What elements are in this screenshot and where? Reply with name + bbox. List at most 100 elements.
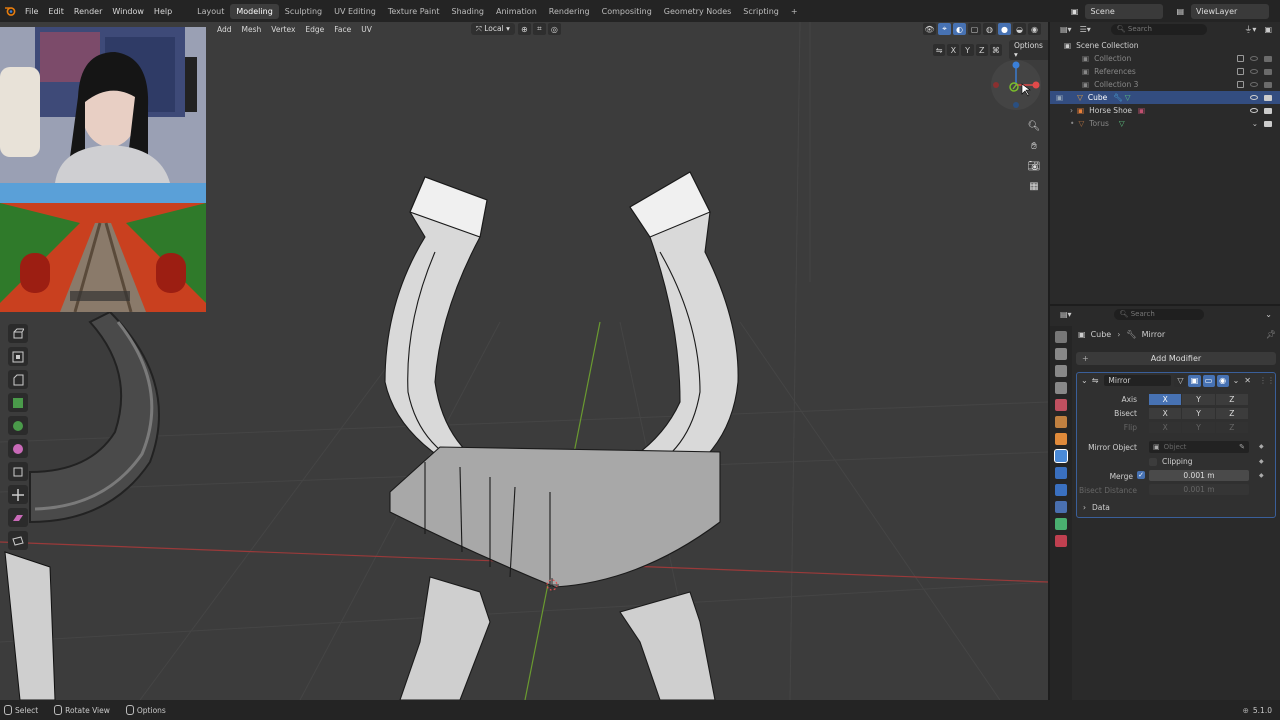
viewport-toggle-icon[interactable]: ▭ [1202,374,1215,387]
mirror-z-toggle[interactable]: Z [975,44,988,56]
render-camera-icon[interactable] [1264,107,1272,114]
tool-tab-icon[interactable] [1055,331,1067,343]
exclude-checkbox[interactable] [1237,81,1244,88]
eye-icon[interactable] [1250,56,1258,61]
merge-checkbox[interactable]: ✓ [1137,471,1145,479]
tool-inset-icon[interactable] [8,347,28,366]
tool-move-icon[interactable] [8,485,28,504]
render-tab-icon[interactable] [1055,348,1067,360]
render-camera-icon[interactable] [1264,68,1272,75]
xray-icon[interactable]: ▢ [968,23,981,35]
pivot-icon[interactable]: ⊕ [517,23,531,35]
viewport-menu-mesh[interactable]: Mesh [237,25,267,34]
hand-icon[interactable]: ✋︎ [1025,139,1043,153]
outliner-item[interactable]: ▣ Collection 3 [1050,78,1280,91]
viewport-options-button[interactable]: Options ▾ [1009,40,1048,60]
render-camera-icon[interactable] [1264,55,1272,62]
outliner-item-selected[interactable]: ▣ ▽ Cube 🔧︎ ▽ [1050,91,1280,104]
hidden-chevron-icon[interactable]: ⌄ [1252,119,1258,128]
tab-scripting[interactable]: Scripting [737,4,785,19]
transform-orientation-dropdown[interactable]: ⤧ Local ▾ [470,23,515,35]
proportional-edit-icon[interactable]: ◎ [547,23,561,35]
chevron-down-icon[interactable]: ⌄ [1081,376,1088,385]
editor-type-icon[interactable]: ▤▾ [1060,25,1072,34]
visibility-icon[interactable]: 👁 [923,23,936,35]
tool-shear-icon[interactable] [8,508,28,527]
constraints-tab-icon[interactable] [1055,501,1067,513]
viewport-menu-uv[interactable]: UV [356,25,377,34]
camera-icon[interactable]: 📷︎ [1025,159,1043,173]
edit-mode-icon[interactable]: ▣ [1056,93,1063,102]
expand-arrow-icon[interactable]: • [1070,119,1074,128]
zoom-icon[interactable]: 🔍︎ [1025,119,1043,133]
output-tab-icon[interactable] [1055,365,1067,377]
blender-logo-icon[interactable] [0,0,20,22]
tab-layout[interactable]: Layout [191,4,230,19]
menu-edit[interactable]: Edit [43,7,69,16]
flip-y-toggle[interactable]: Y [1182,422,1215,433]
expand-arrow-icon[interactable]: › [1070,106,1073,115]
bisect-y-toggle[interactable]: Y [1182,408,1215,419]
viewport-menu-add[interactable]: Add [212,25,237,34]
render-toggle-icon[interactable]: ◉ [1216,374,1229,387]
bisect-distance-field[interactable]: 0.001 m [1149,484,1249,495]
data-tab-icon[interactable] [1055,518,1067,530]
gizmo-toggle-icon[interactable]: ⌖ [938,23,951,35]
render-camera-icon[interactable] [1264,81,1272,88]
view-layer-icon[interactable]: ▤ [1176,7,1184,16]
render-camera-icon[interactable] [1264,94,1272,101]
tool-loop-cut-icon[interactable] [8,393,28,412]
eyedropper-icon[interactable]: ✎ [1239,443,1245,451]
world-tab-icon[interactable] [1055,416,1067,428]
outliner-item[interactable]: • ▽ Torus ▽ ⌄ [1050,117,1280,130]
render-camera-icon[interactable] [1264,120,1272,127]
axis-x-toggle[interactable]: X [1149,394,1182,405]
tool-spin-icon[interactable] [8,462,28,481]
viewport-menu-vertex[interactable]: Vertex [266,25,300,34]
tab-animation[interactable]: Animation [490,4,543,19]
flip-z-toggle[interactable]: Z [1215,422,1248,433]
tool-extrude-icon[interactable] [8,324,28,343]
editor-type-icon[interactable]: ▤▾ [1060,310,1072,319]
tab-geometry-nodes[interactable]: Geometry Nodes [658,4,737,19]
keyframe-dot-icon[interactable]: ◆ [1259,458,1264,465]
shading-rendered-icon[interactable]: ◉ [1028,23,1041,35]
axis-z-toggle[interactable]: Z [1215,394,1248,405]
overlay-toggle-icon[interactable]: ◐ [953,23,966,35]
mirror-icon[interactable]: ⇋ [933,44,946,56]
menu-file[interactable]: File [20,7,43,16]
add-modifier-button[interactable]: + Add Modifier [1076,352,1276,365]
scene-tab-icon[interactable] [1055,399,1067,411]
menu-window[interactable]: Window [107,7,149,16]
data-subpanel-header[interactable]: › Data [1083,503,1110,512]
exclude-checkbox[interactable] [1237,68,1244,75]
eye-icon[interactable] [1250,69,1258,74]
filter-icon[interactable]: ⏚▾ [1244,24,1256,35]
bisect-z-toggle[interactable]: Z [1215,408,1248,419]
modifier-name-field[interactable]: Mirror [1104,375,1172,386]
physics-tab-icon[interactable] [1055,484,1067,496]
eye-icon[interactable] [1250,95,1258,100]
snap-icon[interactable]: ⌗ [532,23,546,35]
keyframe-dot-icon[interactable]: ◆ [1259,443,1264,450]
shading-material-icon[interactable]: ◒ [1013,23,1026,35]
outliner-item[interactable]: ▣ Collection [1050,52,1280,65]
tab-sculpting[interactable]: Sculpting [279,4,328,19]
tab-uv-editing[interactable]: UV Editing [328,4,382,19]
pin-icon[interactable]: 📌︎ [1266,330,1276,339]
tool-rip-icon[interactable] [8,531,28,550]
grid-icon[interactable]: ▦ [1025,179,1043,193]
tab-compositing[interactable]: Compositing [596,4,658,19]
tab-texture-paint[interactable]: Texture Paint [382,4,446,19]
merge-distance-field[interactable]: 0.001 m [1149,470,1249,481]
tool-poly-build-icon[interactable] [8,439,28,458]
outliner-search-input[interactable]: 🔍︎ Search [1110,23,1207,35]
shading-solid-icon[interactable]: ● [998,23,1011,35]
material-tab-icon[interactable] [1055,535,1067,547]
view-layer-tab-icon[interactable] [1055,382,1067,394]
eye-icon[interactable] [1250,108,1258,113]
keyframe-dot-icon[interactable]: ◆ [1259,472,1264,479]
tab-rendering[interactable]: Rendering [543,4,596,19]
auto-merge-icon[interactable]: ⌘ [989,44,1003,56]
chevron-down-icon[interactable]: ⌄ [1233,376,1240,385]
